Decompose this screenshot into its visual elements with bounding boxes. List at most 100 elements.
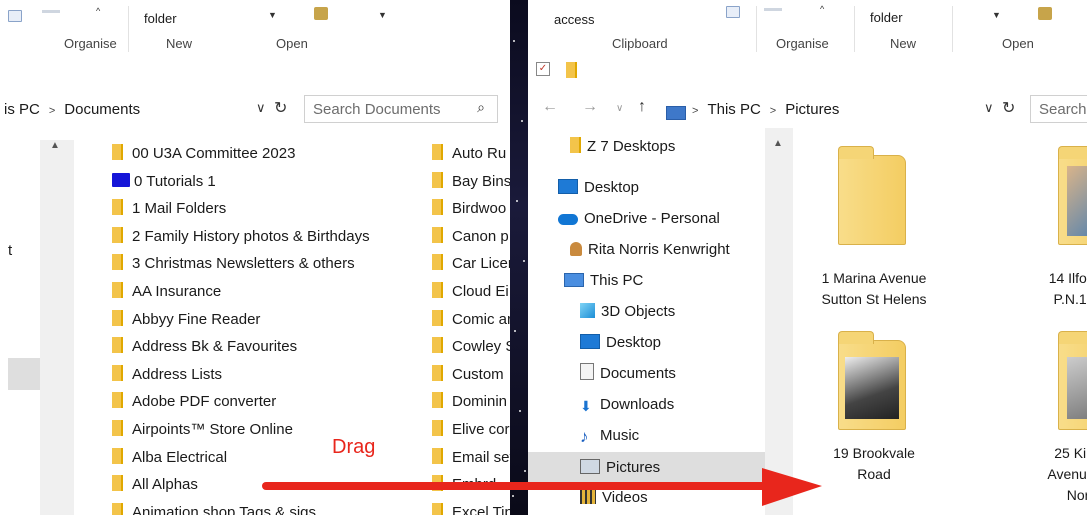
breadcrumb-this-pc[interactable]: is PC — [4, 101, 40, 118]
nav-item[interactable]: ⬇ Downloads — [580, 392, 674, 418]
breadcrumb[interactable]: > This PC > Pictures — [692, 101, 839, 118]
list-item[interactable]: Comic ar — [432, 309, 510, 331]
list-item[interactable]: AA Insurance — [112, 281, 221, 303]
nav-item[interactable]: Z 7 Desktops — [570, 134, 675, 160]
list-item[interactable]: 2 Family History photos & Birthdays — [112, 226, 370, 248]
list-item-label: Cowley S — [452, 338, 510, 356]
address-dropdown-icon[interactable]: ∨ — [256, 100, 266, 116]
ribbon-caret-icon[interactable]: ^ — [96, 6, 100, 16]
list-item[interactable]: Alba Electrical — [112, 447, 227, 469]
list-item[interactable]: All Alphas — [112, 474, 198, 496]
list-item[interactable]: 00 U3A Committee 2023 — [112, 143, 295, 165]
nav-pane-scrollbar[interactable] — [40, 140, 74, 515]
folder-thumbnail-4[interactable] — [1058, 331, 1087, 430]
list-item[interactable]: Cloud Ei — [432, 281, 509, 303]
list-item[interactable]: Adobe PDF converter — [112, 391, 276, 413]
ribbon-group-organise: Organise — [776, 36, 829, 51]
nav-item-fragment[interactable]: t — [8, 240, 12, 262]
list-item-label: Address Lists — [132, 365, 223, 383]
breadcrumb[interactable]: is PC > Documents — [4, 101, 140, 118]
nav-item[interactable]: Rita Norris Kenwright — [570, 237, 730, 263]
nav-selected-fragment[interactable] — [8, 358, 40, 390]
download-arrow-icon: ⬇ — [580, 398, 592, 414]
list-item[interactable]: 1 Mail Folders — [112, 198, 226, 220]
properties-icon[interactable] — [726, 6, 740, 18]
breadcrumb-this-pc[interactable]: This PC — [707, 101, 760, 118]
nav-item[interactable]: Documents — [580, 361, 676, 387]
list-item[interactable]: Cowley S — [432, 336, 510, 358]
scroll-up-icon[interactable]: ▲ — [773, 138, 783, 149]
new-folder-button[interactable]: folder — [870, 10, 903, 25]
tile-label-3[interactable]: 19 Brookvale Road — [804, 443, 944, 485]
tile-label-1[interactable]: 1 Marina Avenue Sutton St Helens — [804, 268, 944, 310]
new-folder-button[interactable]: folder — [144, 11, 177, 26]
up-arrow-icon[interactable]: ↑ — [638, 98, 646, 116]
scroll-up-icon[interactable]: ▲ — [50, 140, 60, 151]
list-item-label: Canon p — [452, 227, 509, 245]
folder-icon[interactable] — [566, 62, 577, 78]
list-item[interactable]: Dominin — [432, 391, 507, 413]
dropdown-caret-icon[interactable]: ▼ — [268, 10, 277, 20]
list-item[interactable]: Abbyy Fine Reader — [112, 309, 260, 331]
list-item[interactable]: Bay Bins — [432, 171, 510, 193]
search-input[interactable]: Search Documents ⌕ — [304, 95, 498, 123]
open-icon[interactable] — [1038, 7, 1052, 20]
refresh-icon[interactable]: ↻ — [1002, 98, 1015, 118]
search-placeholder: Search — [1039, 101, 1087, 118]
list-item[interactable]: Auto Ru — [432, 143, 506, 165]
list-item[interactable]: Canon p — [432, 226, 509, 248]
nav-item-label: Documents — [600, 365, 676, 382]
nav-item[interactable]: Desktop — [558, 175, 639, 201]
ribbon-caret-icon[interactable]: ^ — [820, 4, 824, 14]
list-item[interactable]: Car Licen — [432, 253, 510, 275]
list-item[interactable]: Address Lists — [112, 364, 222, 386]
forward-arrow-icon[interactable]: → — [582, 98, 598, 116]
folder-thumbnail-1[interactable] — [838, 146, 906, 245]
folder-icon — [432, 337, 443, 354]
refresh-icon[interactable]: ↻ — [274, 98, 287, 118]
list-item[interactable]: Elive cor — [432, 419, 510, 441]
breadcrumb-documents[interactable]: Documents — [64, 101, 140, 118]
list-item-label: Alba Electrical — [132, 448, 228, 466]
nav-item[interactable]: 3D Objects — [580, 299, 675, 325]
nav-item[interactable]: This PC — [564, 268, 643, 294]
tile-label-4[interactable]: 25 KingAvenue HNor — [1018, 443, 1087, 506]
list-item-label: 1 Mail Folders — [132, 200, 227, 218]
list-item-label: Comic ar — [452, 310, 510, 328]
nav-item[interactable]: OneDrive - Personal — [558, 206, 720, 232]
nav-item-label: Rita Norris Kenwright — [588, 241, 730, 258]
folder-thumbnail-2[interactable] — [1058, 146, 1087, 245]
tile-label-2[interactable]: 14 IlfordP.N.19 — [1014, 268, 1087, 310]
list-item[interactable]: Birdwoo — [432, 198, 506, 220]
recent-dropdown-icon[interactable]: ∨ — [616, 103, 623, 114]
list-item-label: Custom — [452, 365, 504, 383]
list-item[interactable]: Address Bk & Favourites — [112, 336, 297, 358]
folder-thumbnail-3[interactable] — [838, 331, 906, 430]
cloud-icon — [558, 214, 578, 225]
folder-icon — [112, 392, 123, 409]
dropdown-caret-icon[interactable]: ▼ — [992, 10, 1001, 20]
back-arrow-icon[interactable]: ← — [542, 98, 558, 116]
checkbox-icon[interactable]: ✓ — [536, 62, 550, 76]
list-item-label: Auto Ru — [452, 145, 507, 162]
right-address-bar[interactable]: ← → ∨ ↑ > This PC > Pictures ∨ ↻ — [528, 94, 1087, 124]
properties-icon[interactable] — [8, 10, 22, 22]
breadcrumb-pictures[interactable]: Pictures — [785, 101, 839, 118]
address-dropdown-icon[interactable]: ∨ — [984, 100, 994, 116]
folder-icon — [112, 144, 123, 160]
search-input[interactable]: Search — [1030, 95, 1087, 123]
nav-item[interactable]: Desktop — [580, 330, 661, 356]
open-dropdown-caret-icon[interactable]: ▼ — [378, 10, 387, 20]
list-item[interactable]: 0 Tutorials 1 — [112, 171, 216, 193]
list-item[interactable]: Custom — [432, 364, 504, 386]
nav-pane-scrollbar[interactable] — [765, 128, 793, 515]
ribbon-icon-partial[interactable] — [42, 10, 60, 13]
ribbon-icon-partial[interactable] — [764, 8, 782, 11]
music-note-icon: ♪ — [580, 427, 589, 446]
open-icon[interactable] — [314, 7, 328, 20]
nav-item[interactable]: ♪ Music — [580, 423, 639, 449]
list-item[interactable]: Airpoints™ Store Online — [112, 419, 293, 441]
folder-icon — [432, 171, 443, 188]
pin-to-quick-access-button[interactable]: access — [554, 12, 594, 27]
list-item[interactable]: 3 Christmas Newsletters & others — [112, 253, 355, 275]
